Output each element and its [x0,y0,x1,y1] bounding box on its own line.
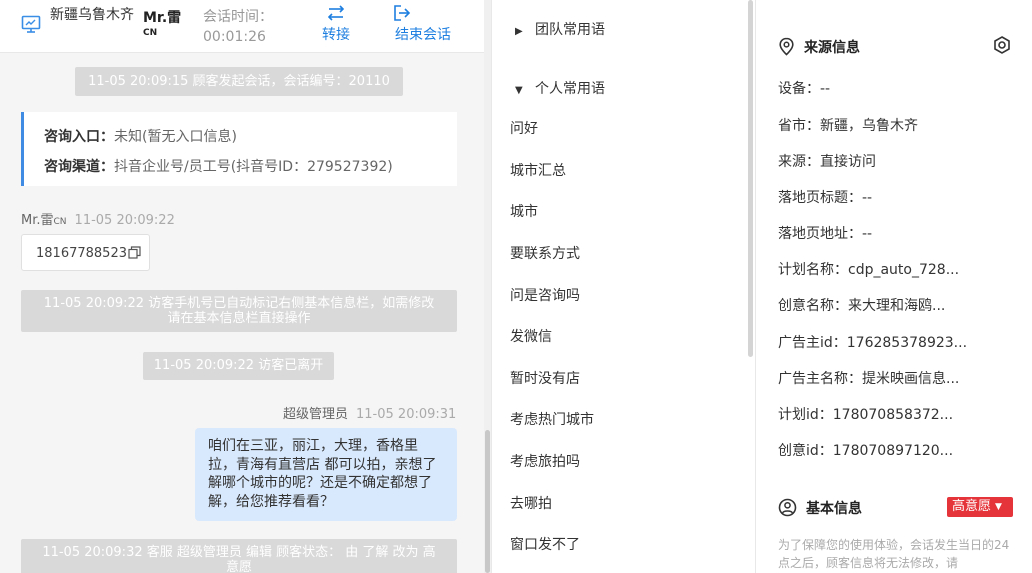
phrase-item[interactable]: 问是咨询吗 [510,285,580,305]
personal-phrases-group[interactable]: ▼ 个人常用语 [515,78,605,98]
caret-down-icon: ▼ [995,502,1002,512]
phrase-item[interactable]: 暂时没有店 [510,368,580,388]
phrases-scrollbar-thumb[interactable] [748,0,753,357]
source-row-device: 设备：-- [778,81,831,97]
source-row-plan-name: 计划名称：cdp_auto_728... [778,262,960,278]
team-phrases-group[interactable]: ▶ 团队常用语 [515,19,605,39]
phrase-item[interactable]: 要联系方式 [510,243,580,263]
auto-tag-line2: 请在基本信息栏直接操作 [167,311,311,326]
quick-phrases-panel: ▶ 团队常用语 ▼ 个人常用语 问好 城市汇总 城市 要联系方式 问是咨询吗 发微信… [491,0,754,573]
status-edit-line2: 意愿 [225,560,252,573]
agent-message-name: 超级管理员 [283,407,349,422]
session-start-notice: 11-05 20:09:15 顾客发起会话，会话编号：20110 [75,67,403,96]
source-row-landing-url: 落地页地址：-- [778,226,873,242]
consult-channel-value: 抖音企业号/员工号(抖音号ID：279527392) [114,159,393,175]
visitor-message-time: 11-05 20:09:22 [74,213,175,228]
auto-tag-line1: 11-05 20:09:22 访客手机号已自动标记右侧基本信息栏，如需修改 [43,296,435,311]
transfer-button[interactable]: 转接 [318,4,354,44]
phrase-item[interactable]: 城市 [510,201,538,221]
settings-icon[interactable] [992,35,1012,55]
source-row-source: 来源：直接访问 [778,154,876,170]
team-phrases-label: 团队常用语 [535,22,605,38]
transfer-label: 转接 [322,27,350,43]
end-session-button[interactable]: 结束会话 [390,4,456,44]
consult-entry-label: 咨询入口： [44,129,114,145]
consult-entry-value: 未知(暂无入口信息) [114,129,237,145]
caret-down-icon: ▼ [515,85,523,96]
source-row-plan-id: 计划id：178070858372... [778,407,954,423]
caret-right-icon: ▶ [515,26,523,37]
phrase-item[interactable]: 问好 [510,118,538,138]
chat-scrollbar-thumb[interactable] [485,430,490,573]
consult-channel-label: 咨询渠道： [44,159,114,175]
transfer-icon [327,5,345,21]
chat-scrollbar[interactable] [484,0,491,573]
visitor-message-meta: Mr.雷CN 11-05 20:09:22 [21,209,175,228]
basic-info-label: 基本信息 [806,501,862,517]
phrase-item[interactable]: 考虑热门城市 [510,409,594,429]
consult-entry-row: 咨询入口：未知(暂无入口信息) [44,126,237,146]
source-row-province: 省市：新疆，乌鲁木齐 [778,118,918,134]
intent-status-label: 高意愿 [952,499,992,514]
phrase-item[interactable]: 去哪拍 [510,493,552,513]
status-edit-notice: 11-05 20:09:32 客服 超级管理员 编辑 顾客状态： 由 了解 改为… [21,539,457,573]
visitor-message-tag: CN [53,217,67,227]
phrase-item[interactable]: 窗口发不了 [510,534,580,554]
visitor-left-notice: 11-05 20:09:22 访客已离开 [143,352,334,380]
edit-deadline-notice: 为了保障您的使用体验，会话发生当日的24点之后，顾客信息将无法修改，请 [778,538,1010,570]
chat-header: 新疆乌鲁木齐 Mr.雷 CN 会话时间： 00:01:26 转接 结束会话 [0,0,484,53]
source-row-advertiser-id: 广告主id：176285378923... [778,335,968,351]
source-row-landing-title: 落地页标题：-- [778,190,873,206]
agent-message-time: 11-05 20:09:31 [356,407,457,422]
source-row-creative-name: 创意名称：来大理和海鸥... [778,298,946,314]
visitor-message-text: 18167788523 [36,246,127,261]
chat-panel: 新疆乌鲁木齐 Mr.雷 CN 会话时间： 00:01:26 转接 结束会话 11… [0,0,484,573]
visitor-message-name: Mr.雷 [21,213,54,228]
consult-info-card: 咨询入口：未知(暂无入口信息) 咨询渠道：抖音企业号/员工号(抖音号ID：279… [21,112,457,186]
status-edit-line1: 11-05 20:09:32 客服 超级管理员 编辑 顾客状态： 由 了解 改为… [42,545,436,560]
source-info-title: 来源信息 [778,37,860,57]
session-time-label: 会话时间： [203,9,273,25]
copy-icon[interactable] [128,245,141,259]
visitor-name: Mr.雷 [143,10,182,26]
user-circle-icon [778,498,797,517]
source-row-creative-id: 创意id：178070897120... [778,443,954,459]
basic-info-title: 基本信息 [778,498,862,518]
session-time-value: 00:01:26 [203,29,266,45]
location-pin-icon [779,37,794,56]
visitor-region-tag: CN [143,28,158,38]
visitor-location: 新疆乌鲁木齐 [50,7,134,23]
auto-tag-notice: 11-05 20:09:22 访客手机号已自动标记右侧基本信息栏，如需修改 请在… [21,290,457,332]
phrase-item[interactable]: 城市汇总 [510,160,566,180]
consult-channel-row: 咨询渠道：抖音企业号/员工号(抖音号ID：279527392) [44,156,393,176]
phrase-item[interactable]: 发微信 [510,326,552,346]
end-session-label: 结束会话 [395,27,451,43]
personal-phrases-label: 个人常用语 [535,81,605,97]
visitor-message-bubble[interactable]: 18167788523 [21,234,150,271]
source-row-advertiser-name: 广告主名称：提米映画信息... [778,371,960,387]
intent-status-badge[interactable]: 高意愿 ▼ [947,497,1013,517]
phrase-item[interactable]: 考虑旅拍吗 [510,451,580,471]
agent-message-meta: 超级管理员 11-05 20:09:31 [283,403,456,422]
exit-icon [394,5,411,21]
source-info-label: 来源信息 [804,40,860,56]
agent-message-bubble[interactable]: 咱们在三亚，丽江，大理，香格里拉，青海有直营店 都可以拍，亲想了解哪个城市的呢？… [195,428,457,521]
phrases-scrollbar[interactable] [747,0,754,573]
visitor-info-panel: 来源信息 设备：-- 省市：新疆，乌鲁木齐 来源：直接访问 落地页标题：-- 落… [755,0,1032,573]
monitor-icon [21,15,41,33]
